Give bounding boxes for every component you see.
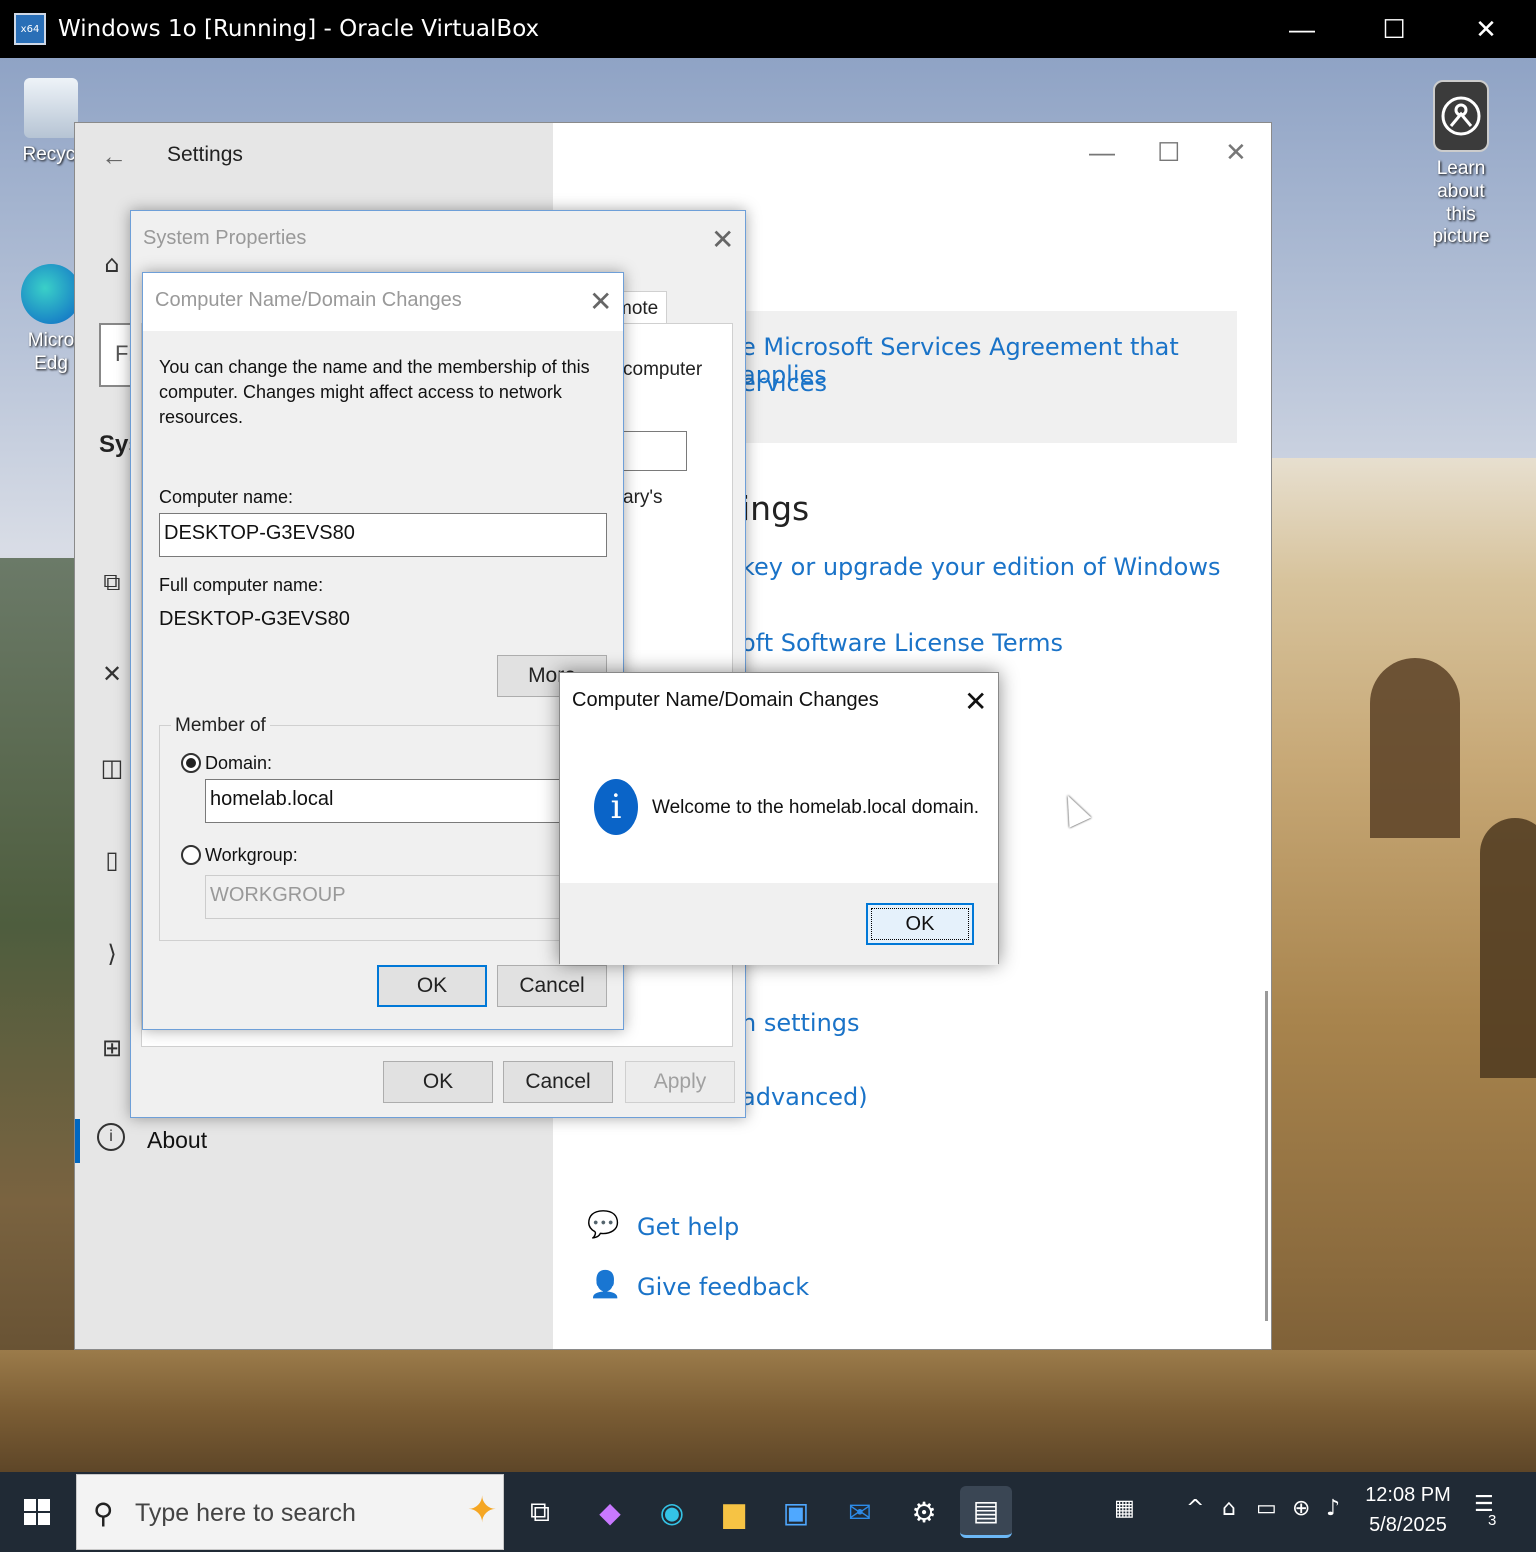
back-arrow-icon[interactable]: ←: [101, 141, 127, 172]
related-settings-heading: ings: [741, 489, 810, 528]
recycle-bin-icon: [24, 78, 78, 138]
copilot-sparkle-icon: ✦: [467, 1489, 498, 1530]
file-explorer-icon[interactable]: ▆: [708, 1486, 760, 1538]
taskbar-clock[interactable]: 12:08 PM 5/8/2025: [1360, 1480, 1456, 1540]
wallpaper-rock: [0, 1350, 1536, 1472]
computer-name-input[interactable]: DESKTOP-G3EVS80: [159, 513, 607, 557]
usb-icon[interactable]: ⌂: [1222, 1496, 1236, 1521]
learn-about-picture-label: Learn about this picture: [1432, 158, 1490, 248]
upgrade-edition-link[interactable]: key or upgrade your edition of Windows: [741, 553, 1220, 581]
sidebar-item-about-label: About: [147, 1127, 208, 1153]
computer-name-label: Computer name:: [159, 487, 294, 507]
member-of-label: Member of: [171, 715, 270, 737]
settings-maximize-button[interactable]: ☐: [1157, 137, 1180, 168]
vbox-titlebar: x64 Windows 1o [Running] - Oracle Virtua…: [0, 0, 1536, 58]
battery-icon[interactable]: ▭: [1256, 1496, 1277, 1521]
start-button[interactable]: [0, 1472, 74, 1552]
message-box-close-icon[interactable]: ✕: [964, 685, 987, 718]
settings-taskbar-icon[interactable]: ⚙: [898, 1486, 950, 1538]
services-agreement-link-cont[interactable]: ervices: [741, 369, 827, 397]
network-globe-icon[interactable]: ⊕: [1292, 1496, 1310, 1521]
full-computer-name-value: DESKTOP-G3EVS80: [159, 608, 350, 630]
system-properties-apply-button[interactable]: Apply: [625, 1061, 735, 1103]
system-properties-taskbar-icon[interactable]: ▤: [960, 1486, 1012, 1538]
get-help-link[interactable]: Get help: [637, 1213, 739, 1241]
notification-count-badge: 3: [1488, 1512, 1497, 1529]
domain-label: Domain:: [205, 753, 273, 773]
info-icon: i: [97, 1123, 125, 1151]
sidebar-item-about[interactable]: i About: [75, 1117, 553, 1165]
taskbar-search-placeholder: Type here to search: [135, 1499, 356, 1527]
computer-name-cancel-button[interactable]: Cancel: [497, 965, 607, 1007]
projecting-icon[interactable]: ✕: [97, 659, 127, 689]
welcome-message-box: Computer Name/Domain Changes ✕ i Welcome…: [559, 672, 999, 965]
system-properties-title: System Properties: [143, 227, 307, 249]
advanced-settings-link[interactable]: advanced): [741, 1083, 868, 1111]
learn-about-picture-desktop-icon[interactable]: Learn about this picture: [1416, 80, 1506, 249]
windows-logo-icon: [24, 1499, 50, 1525]
system-properties-close-icon[interactable]: ✕: [711, 223, 734, 256]
workgroup-radio[interactable]: [181, 845, 201, 865]
remote-desktop-icon[interactable]: ⟩: [97, 939, 127, 969]
copilot-icon[interactable]: ◆: [584, 1486, 636, 1538]
feedback-icon: 👤: [589, 1269, 622, 1299]
selected-indicator: [75, 1119, 80, 1163]
wallpaper-cliff-left: [0, 558, 80, 1472]
welcome-message-text: Welcome to the homelab.local domain.: [652, 797, 980, 818]
wallpaper-bridge-arch: [1370, 658, 1460, 838]
virtualbox-logo-icon: x64: [14, 13, 46, 45]
tablet-icon[interactable]: ◫: [97, 753, 127, 783]
vbox-window-title: Windows 1o [Running] - Oracle VirtualBox: [58, 16, 540, 42]
tray-chevron-up-icon[interactable]: ^: [1186, 1496, 1204, 1521]
system-properties-ok-button[interactable]: OK: [383, 1061, 493, 1103]
store-icon[interactable]: ▣: [770, 1486, 822, 1538]
information-icon: i: [594, 779, 638, 835]
computer-description-input[interactable]: [613, 431, 687, 471]
edge-taskbar-icon[interactable]: ◉: [646, 1486, 698, 1538]
news-widget-icon[interactable]: ▦: [1114, 1496, 1135, 1521]
taskbar-search-box[interactable]: ⚲ Type here to search ✦: [76, 1474, 504, 1550]
settings-title: Settings: [167, 143, 243, 166]
vbox-maximize-button[interactable]: ☐: [1348, 0, 1440, 58]
clipboard-icon[interactable]: ▯: [97, 845, 127, 875]
computer-name-dialog-title: Computer Name/Domain Changes: [155, 289, 462, 311]
settings-link[interactable]: n settings: [741, 1009, 860, 1037]
shared-experiences-icon[interactable]: ⊞: [97, 1033, 127, 1063]
volume-icon[interactable]: ♪: [1326, 1496, 1340, 1521]
get-help-icon: 💬: [587, 1209, 620, 1239]
task-view-icon[interactable]: ⧉: [514, 1486, 566, 1538]
home-icon[interactable]: ⌂: [97, 249, 127, 279]
clock-time: 12:08 PM: [1365, 1484, 1451, 1506]
edge-icon: [21, 264, 81, 324]
domain-radio[interactable]: [181, 753, 201, 773]
computer-name-dialog: Computer Name/Domain Changes ✕ You can c…: [142, 272, 629, 1030]
vbox-minimize-button[interactable]: —: [1256, 0, 1348, 58]
taskbar: ⚲ Type here to search ✦ ⧉ ◆ ◉ ▆ ▣ ✉ ⚙ ▤ …: [0, 1472, 1536, 1552]
settings-close-button[interactable]: ✕: [1225, 137, 1247, 168]
computer-name-description: You can change the name and the membersh…: [159, 357, 590, 428]
license-terms-link[interactable]: oft Software License Terms: [741, 629, 1063, 657]
outlook-icon[interactable]: ✉: [834, 1486, 886, 1538]
computer-name-dialog-close-icon[interactable]: ✕: [589, 285, 612, 318]
vbox-close-button[interactable]: ✕: [1440, 0, 1532, 58]
wallpaper-bridge-arch: [1480, 818, 1536, 1078]
computer-name-ok-button[interactable]: OK: [377, 965, 487, 1007]
example-text: ary's: [623, 487, 663, 508]
settings-minimize-button[interactable]: —: [1089, 137, 1115, 168]
message-box-ok-button[interactable]: OK: [866, 903, 974, 945]
system-properties-cancel-button[interactable]: Cancel: [503, 1061, 613, 1103]
full-computer-name-label: Full computer name:: [159, 575, 324, 595]
multitasking-icon[interactable]: ⧉: [97, 567, 127, 597]
settings-scrollbar[interactable]: [1265, 991, 1268, 1321]
computer-description-text: computer: [623, 359, 703, 380]
camera-pin-icon: [1433, 80, 1489, 152]
search-icon: ⚲: [93, 1497, 114, 1530]
workgroup-label: Workgroup:: [205, 845, 298, 865]
message-box-title: Computer Name/Domain Changes: [572, 689, 879, 711]
give-feedback-link[interactable]: Give feedback: [637, 1273, 809, 1301]
clock-date: 5/8/2025: [1369, 1514, 1447, 1536]
